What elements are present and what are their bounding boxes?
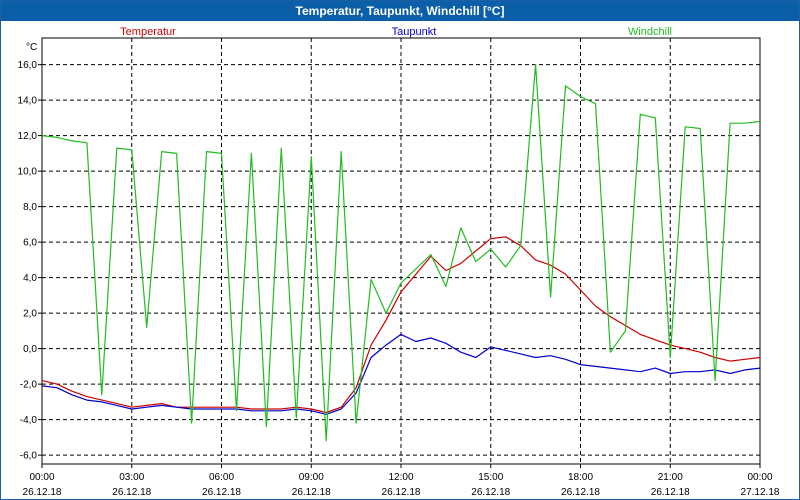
legend-item-temperatur: Temperatur xyxy=(120,26,176,38)
chart-canvas: 16,0 14,0 12,0 10,0 8,0 6,0 4,0 2,0 0,0 -2,0 -4,0 -… xyxy=(18,26,780,498)
x-axis: 00:00 26.12.18 03:00 26.12.18 06:00 26.12.18 0… xyxy=(23,464,780,498)
y-axis-unit: °C xyxy=(26,42,37,53)
y-tick-label: 2,0 xyxy=(23,309,37,320)
legend: Temperatur Taupunkt Windchill xyxy=(120,26,672,38)
y-tick-label: -2,0 xyxy=(20,380,38,391)
x-tick-date: 26.12.18 xyxy=(23,487,62,498)
x-tick-time: 06:00 xyxy=(209,472,234,483)
y-tick-label: 12,0 xyxy=(18,131,38,142)
x-tick-date: 26.12.18 xyxy=(292,487,331,498)
x-tick-time: 15:00 xyxy=(478,472,503,483)
x-tick-time: 18:00 xyxy=(568,472,593,483)
legend-item-taupunkt: Taupunkt xyxy=(392,26,437,38)
x-tick-date: 26.12.18 xyxy=(382,487,421,498)
y-tick-label: 16,0 xyxy=(18,60,38,71)
legend-item-windchill: Windchill xyxy=(628,26,672,38)
x-tick-date: 26.12.18 xyxy=(112,487,151,498)
x-tick-date: 26.12.18 xyxy=(202,487,241,498)
x-tick-time: 12:00 xyxy=(388,472,413,483)
y-tick-label: -4,0 xyxy=(20,415,38,426)
y-tick-label: 10,0 xyxy=(18,167,38,178)
y-tick-label: 0,0 xyxy=(23,344,37,355)
y-tick-label: -6,0 xyxy=(20,451,38,462)
x-tick-time: 09:00 xyxy=(299,472,324,483)
y-tick-label: 4,0 xyxy=(23,273,37,284)
x-tick-time: 21:00 xyxy=(658,472,683,483)
y-tick-label: 8,0 xyxy=(23,202,37,213)
x-tick-date: 26.12.18 xyxy=(471,487,510,498)
x-tick-date: 26.12.18 xyxy=(561,487,600,498)
x-tick-time: 00:00 xyxy=(29,472,54,483)
x-tick-time: 00:00 xyxy=(747,472,772,483)
y-tick-label: 6,0 xyxy=(23,238,37,249)
x-tick-date: 26.12.18 xyxy=(651,487,690,498)
x-tick-time: 03:00 xyxy=(119,472,144,483)
y-tick-label: 14,0 xyxy=(18,96,38,107)
y-axis: 16,0 14,0 12,0 10,0 8,0 6,0 4,0 2,0 0,0 -2,0 -4,0 -… xyxy=(18,60,42,462)
x-tick-date: 27.12.18 xyxy=(741,487,780,498)
